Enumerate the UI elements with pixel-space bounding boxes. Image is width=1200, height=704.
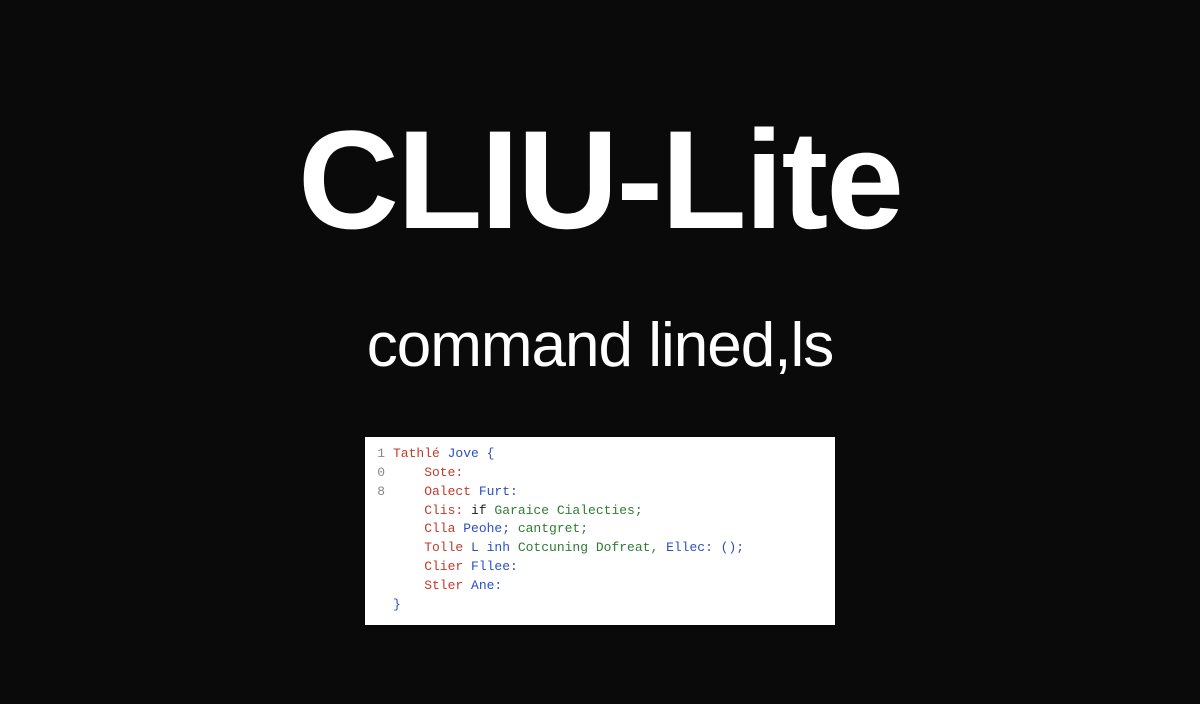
code-line: 0 Sote: <box>375 464 825 483</box>
code-token: Stler <box>393 578 471 593</box>
code-text: Sote: <box>393 464 825 483</box>
code-token: cantgret; <box>518 521 588 536</box>
code-token: Ellec: (); <box>666 540 744 555</box>
code-token: Peohe; <box>463 521 518 536</box>
code-token: Clis: <box>393 503 471 518</box>
code-token: Dofreat, <box>596 540 666 555</box>
code-token: if <box>471 503 494 518</box>
line-number <box>375 502 393 521</box>
code-token: Furt: <box>479 484 518 499</box>
line-number: 0 <box>375 464 393 483</box>
code-text: Tathlé Jove { <box>393 445 825 464</box>
code-token: Tathlé <box>393 446 448 461</box>
code-token: Clla <box>393 521 463 536</box>
line-number <box>375 558 393 577</box>
poster-subtitle: command lined,ls <box>367 310 833 381</box>
code-token: } <box>393 597 401 612</box>
code-text: } <box>393 596 825 615</box>
code-line: } <box>375 596 825 615</box>
line-number <box>375 577 393 596</box>
poster-title: CLIU-Lite <box>298 110 902 250</box>
code-token: Sote: <box>393 465 463 480</box>
code-token: { <box>487 446 495 461</box>
code-text: Stler Ane: <box>393 577 825 596</box>
code-line: Tolle L inh Cotcuning Dofreat, Ellec: ()… <box>375 539 825 558</box>
code-token: L inh <box>471 540 518 555</box>
code-token: Fllee: <box>471 559 518 574</box>
code-snippet-box: 1Tathlé Jove {0 Sote:8 Oalect Furt: Clis… <box>365 437 835 625</box>
line-number <box>375 596 393 615</box>
code-token: Ane: <box>471 578 502 593</box>
code-line: 1Tathlé Jove { <box>375 445 825 464</box>
code-token: Cotcuning <box>518 540 596 555</box>
code-text: Clis: if Garaice Cialecties; <box>393 502 825 521</box>
code-line: Clis: if Garaice Cialecties; <box>375 502 825 521</box>
poster-stage: CLIU-Lite command lined,ls 1Tathlé Jove … <box>0 0 1200 704</box>
code-token: Clier <box>393 559 471 574</box>
code-token: Oalect <box>393 484 479 499</box>
code-text: Clier Fllee: <box>393 558 825 577</box>
code-line: Clier Fllee: <box>375 558 825 577</box>
line-number <box>375 539 393 558</box>
code-line: Stler Ane: <box>375 577 825 596</box>
code-text: Clla Peohe; cantgret; <box>393 520 825 539</box>
code-line: Clla Peohe; cantgret; <box>375 520 825 539</box>
code-text: Oalect Furt: <box>393 483 825 502</box>
line-number: 1 <box>375 445 393 464</box>
line-number <box>375 520 393 539</box>
code-text: Tolle L inh Cotcuning Dofreat, Ellec: ()… <box>393 539 825 558</box>
code-token: Jove <box>448 446 487 461</box>
line-number: 8 <box>375 483 393 502</box>
code-line: 8 Oalect Furt: <box>375 483 825 502</box>
code-token: Garaice Cialecties; <box>494 503 642 518</box>
code-token: Tolle <box>393 540 471 555</box>
